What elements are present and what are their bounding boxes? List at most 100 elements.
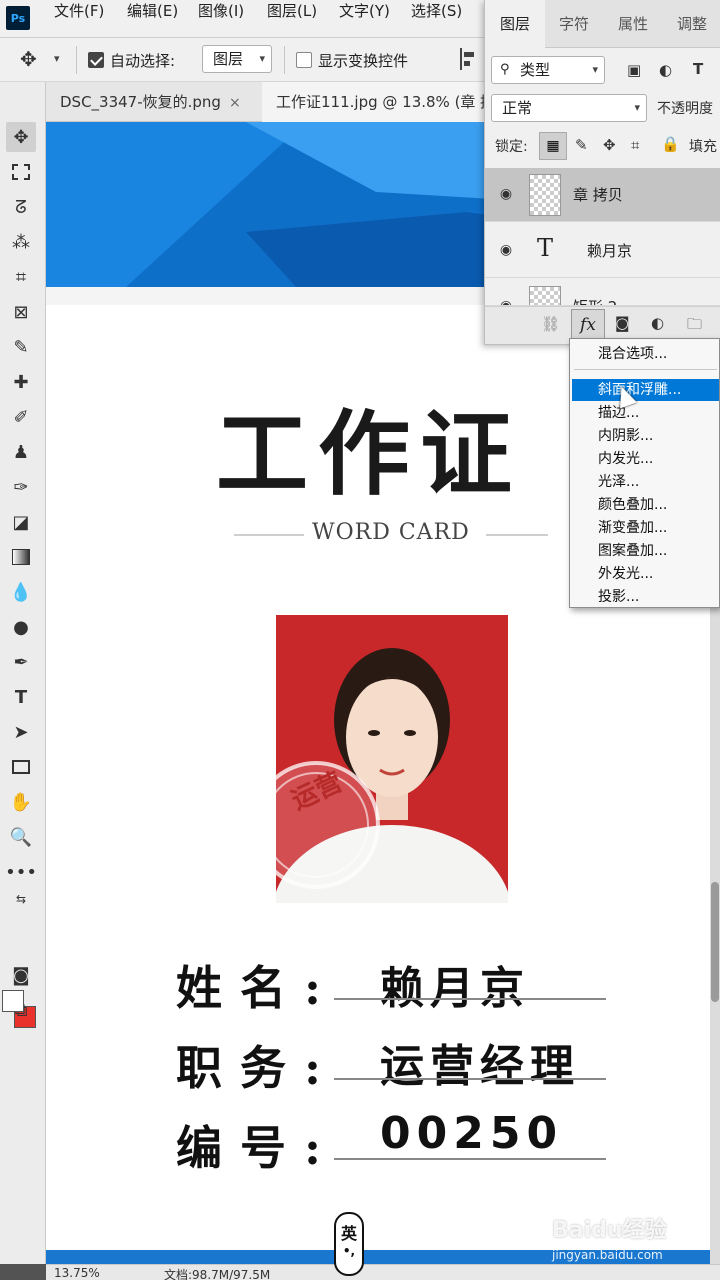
chevron-down-icon[interactable]: ▾ [54,52,60,65]
menu-select[interactable]: 选择(S) [411,0,462,22]
close-icon[interactable]: × [229,95,241,111]
card-title: 工作证 [216,401,523,508]
lasso-tool-icon[interactable]: ᘔ [6,192,36,222]
fill-label: 填充 [689,139,717,155]
history-brush-tool-icon[interactable]: ✑ [6,472,36,502]
gradient-tool-icon[interactable] [6,542,36,572]
layer-row-stamp-copy[interactable]: ◉ 章 拷贝 [485,168,720,222]
name-value: 赖月京 [380,963,530,1014]
auto-select-target-select[interactable]: 图层 ▾ [202,45,272,73]
lock-transparent-icon[interactable]: ▦ [539,132,567,160]
name-label: 姓名: [176,961,339,1015]
move-tool-icon[interactable]: ✥ [6,122,36,152]
card-subtitle: WORD CARD [312,520,470,545]
menu-file[interactable]: 文件(F) [54,0,104,22]
position-label: 职务: [176,1041,339,1095]
tab-work-card[interactable]: 工作证111.jpg @ 13.8% (章 拷 [262,82,496,122]
blend-mode-select[interactable]: 正常 ▾ [491,94,647,122]
foreground-color-swatch[interactable] [2,990,24,1012]
eraser-tool-icon[interactable]: ◪ [6,507,36,537]
align-left-icon[interactable] [458,48,478,70]
photoshop-logo-icon: Ps [6,6,30,30]
tab-label: 工作证111.jpg @ 13.8% (章 拷 [276,93,496,111]
blur-tool-icon[interactable]: 💧 [6,577,36,607]
menu-item-bevel-emboss[interactable]: 斜面和浮雕... [572,379,719,401]
chevron-down-icon: ▾ [592,63,598,76]
tab-properties[interactable]: 属性 [603,0,663,48]
new-group-icon[interactable]: 🗀 [687,314,702,339]
eye-icon[interactable]: ◉ [497,297,515,305]
type-tool-icon[interactable]: T [6,682,36,712]
layer-thumbnail [529,286,561,305]
lock-label: 锁定: [495,139,528,155]
ime-indicator[interactable]: 英 •, [334,1212,364,1276]
brush-tool-icon[interactable]: ✐ [6,402,36,432]
crop-tool-icon[interactable]: ⌗ [6,262,36,292]
auto-select-checkbox[interactable] [88,52,104,68]
menu-edit[interactable]: 编辑(E) [127,0,178,22]
menu-separator [574,369,717,370]
scrollbar-thumb[interactable] [711,882,719,1002]
layer-row-text[interactable]: ◉ T 赖月京 [485,224,720,278]
rectangle-tool-icon[interactable] [6,752,36,782]
filter-pixel-icon[interactable]: ▣ [627,61,641,79]
menu-item-drop-shadow[interactable]: 投影... [572,586,719,608]
swap-colors-icon[interactable]: ⇆ [6,884,36,914]
number-label: 编号: [176,1121,339,1175]
zoom-level[interactable]: 13.75% [54,1266,100,1280]
hand-tool-icon[interactable]: ✋ [6,787,36,817]
tab-character[interactable]: 字符 [545,0,603,48]
layer-filter-value: 类型 [520,61,551,79]
stamp-tool-icon[interactable]: ♟ [6,437,36,467]
layer-row-rect[interactable]: ◉ 矩形 2 [485,280,720,306]
eye-icon[interactable]: ◉ [497,185,515,203]
filter-adjustment-icon[interactable]: ◐ [659,61,672,79]
menu-item-blending-options[interactable]: 混合选项... [572,343,719,365]
lock-pixels-icon[interactable]: ✎ [575,136,588,154]
zoom-tool-icon[interactable]: 🔍 [6,822,36,852]
move-tool-preset-icon[interactable]: ✥ [20,47,37,71]
lock-position-icon[interactable]: ✥ [603,136,616,154]
chevron-down-icon: ▾ [259,52,265,65]
lock-artboard-icon[interactable]: ⌗ [631,136,639,154]
path-selection-tool-icon[interactable]: ➤ [6,717,36,747]
menu-item-pattern-overlay[interactable]: 图案叠加... [572,540,719,562]
menu-item-satin[interactable]: 光泽... [572,471,719,493]
tab-layers[interactable]: 图层 [485,0,545,48]
layers-panel: 图层 字符 属性 调整 ⚲ 类型 ▾ ▣ ◐ T 正常 ▾ 不透明度 锁定: ▦… [484,0,720,345]
link-layers-icon[interactable]: ⛓ [541,315,560,333]
opacity-label: 不透明度 [657,101,713,117]
new-adjustment-layer-icon[interactable]: ◐ [651,314,664,332]
tab-dsc-3347[interactable]: DSC_3347-恢复的.png × [46,82,260,122]
lock-all-icon[interactable]: 🔒 [661,135,680,153]
menu-item-color-overlay[interactable]: 颜色叠加... [572,494,719,516]
marquee-tool-icon[interactable] [6,157,36,187]
eye-icon[interactable]: ◉ [497,241,515,259]
eyedropper-tool-icon[interactable]: ✎ [6,332,36,362]
menu-item-inner-glow[interactable]: 内发光... [572,448,719,470]
show-transform-checkbox[interactable] [296,52,312,68]
quick-mask-icon[interactable]: ◙ [6,960,36,990]
menu-item-inner-shadow[interactable]: 内阴影... [572,425,719,447]
menu-image[interactable]: 图像(I) [198,0,244,22]
menu-item-gradient-overlay[interactable]: 渐变叠加... [572,517,719,539]
healing-brush-tool-icon[interactable]: ✚ [6,367,36,397]
frame-tool-icon[interactable]: ⊠ [6,297,36,327]
pen-tool-icon[interactable]: ✒ [6,647,36,677]
add-mask-icon[interactable]: ◙ [615,314,630,332]
menu-layer[interactable]: 图层(L) [267,0,317,22]
magic-wand-tool-icon[interactable]: ⁂ [6,227,36,257]
layer-filter-select[interactable]: ⚲ 类型 ▾ [491,56,605,84]
position-value: 运营经理 [380,1041,580,1092]
fx-icon[interactable]: fx [571,309,605,341]
dodge-tool-icon[interactable]: ● [6,612,36,642]
menu-item-stroke[interactable]: 描边... [572,402,719,424]
tab-adjustments[interactable]: 调整 [663,0,720,48]
filter-type-icon[interactable]: T [693,60,703,78]
more-tools-icon[interactable]: ••• [5,857,37,887]
tools-panel: ✥ ᘔ ⁂ ⌗ ⊠ ✎ ✚ ✐ ♟ ✑ ◪ 💧 ● ✒ T ➤ ✋ 🔍 ••• … [0,82,46,1264]
menu-type[interactable]: 文字(Y) [339,0,390,22]
chevron-down-icon: ▾ [634,101,640,114]
show-transform-label: 显示变换控件 [318,52,409,70]
menu-item-outer-glow[interactable]: 外发光... [572,563,719,585]
